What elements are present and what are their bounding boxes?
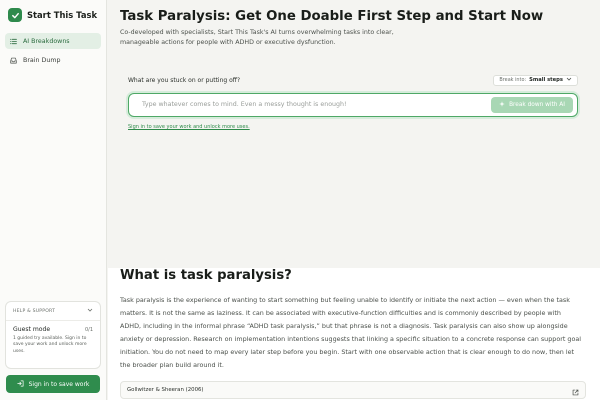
sign-in-label: Sign in to save work bbox=[28, 380, 90, 388]
list-icon bbox=[10, 38, 17, 45]
page-subtitle: Co-developed with specialists, Start Thi… bbox=[120, 29, 394, 46]
sign-in-save-link[interactable]: Sign in to save your work and unlock mor… bbox=[128, 124, 250, 130]
break-into-select[interactable]: Break into: Small steps bbox=[493, 74, 578, 86]
brand[interactable]: Start This Task bbox=[8, 8, 97, 22]
task-prompt-label: What are you stuck on or putting off? bbox=[128, 76, 241, 84]
help-support-toggle[interactable]: HELP & SUPPORT bbox=[6, 302, 100, 314]
sidebar: Start This Task AI Breakdowns Brain Dump… bbox=[0, 0, 107, 400]
guest-mode-row: Guest mode 0/1 bbox=[6, 321, 100, 333]
sidebar-item-label: Brain Dump bbox=[23, 56, 61, 64]
guest-mode-count: 0/1 bbox=[84, 326, 93, 333]
task-input[interactable]: Type whatever comes to mind. Even a mess… bbox=[128, 93, 578, 117]
sign-in-button[interactable]: Sign in to save work bbox=[6, 375, 100, 393]
brand-name: Start This Task bbox=[27, 10, 98, 20]
article-body: Task paralysis is the experience of want… bbox=[120, 296, 582, 370]
article-title: What is task paralysis? bbox=[120, 268, 292, 283]
break-into-label: Break into: bbox=[499, 77, 527, 83]
chevron-down-icon bbox=[87, 308, 93, 314]
article-section: What is task paralysis? Task paralysis i… bbox=[108, 268, 600, 400]
sidebar-item-label: AI Breakdowns bbox=[23, 37, 70, 45]
reference-card[interactable]: Gollwitzer & Sheeran (2006) bbox=[120, 381, 586, 399]
prompt-row: What are you stuck on or putting off? Br… bbox=[128, 74, 578, 86]
external-link-icon bbox=[572, 381, 579, 400]
page-title: Task Paralysis: Get One Doable First Ste… bbox=[120, 9, 544, 24]
help-support-card: HELP & SUPPORT Guest mode 0/1 1 guided t… bbox=[5, 301, 101, 369]
reference-title: Gollwitzer & Sheeran (2006) bbox=[127, 387, 204, 393]
sidebar-nav: AI Breakdowns Brain Dump bbox=[5, 33, 101, 71]
checkmark-logo-icon bbox=[8, 8, 22, 22]
sidebar-item-ai-breakdowns[interactable]: AI Breakdowns bbox=[5, 33, 101, 49]
sparkle-icon bbox=[499, 101, 505, 109]
help-support-heading: HELP & SUPPORT bbox=[13, 308, 56, 314]
task-input-placeholder: Type whatever comes to mind. Even a mess… bbox=[142, 101, 347, 108]
main-content: Task Paralysis: Get One Doable First Ste… bbox=[108, 0, 600, 400]
break-down-ai-label: Break down with AI bbox=[509, 102, 565, 108]
guest-mode-title: Guest mode bbox=[13, 326, 51, 333]
break-down-ai-button[interactable]: Break down with AI bbox=[491, 97, 573, 113]
chevron-down-icon bbox=[566, 77, 572, 83]
task-input-section: What are you stuck on or putting off? Br… bbox=[128, 74, 578, 130]
sidebar-item-brain-dump[interactable]: Brain Dump bbox=[5, 52, 101, 68]
sign-in-icon bbox=[16, 380, 24, 389]
break-into-value: Small steps bbox=[529, 77, 563, 83]
inbox-icon bbox=[10, 57, 17, 64]
guest-mode-description: 1 guided try available. Sign in to save … bbox=[13, 336, 87, 354]
